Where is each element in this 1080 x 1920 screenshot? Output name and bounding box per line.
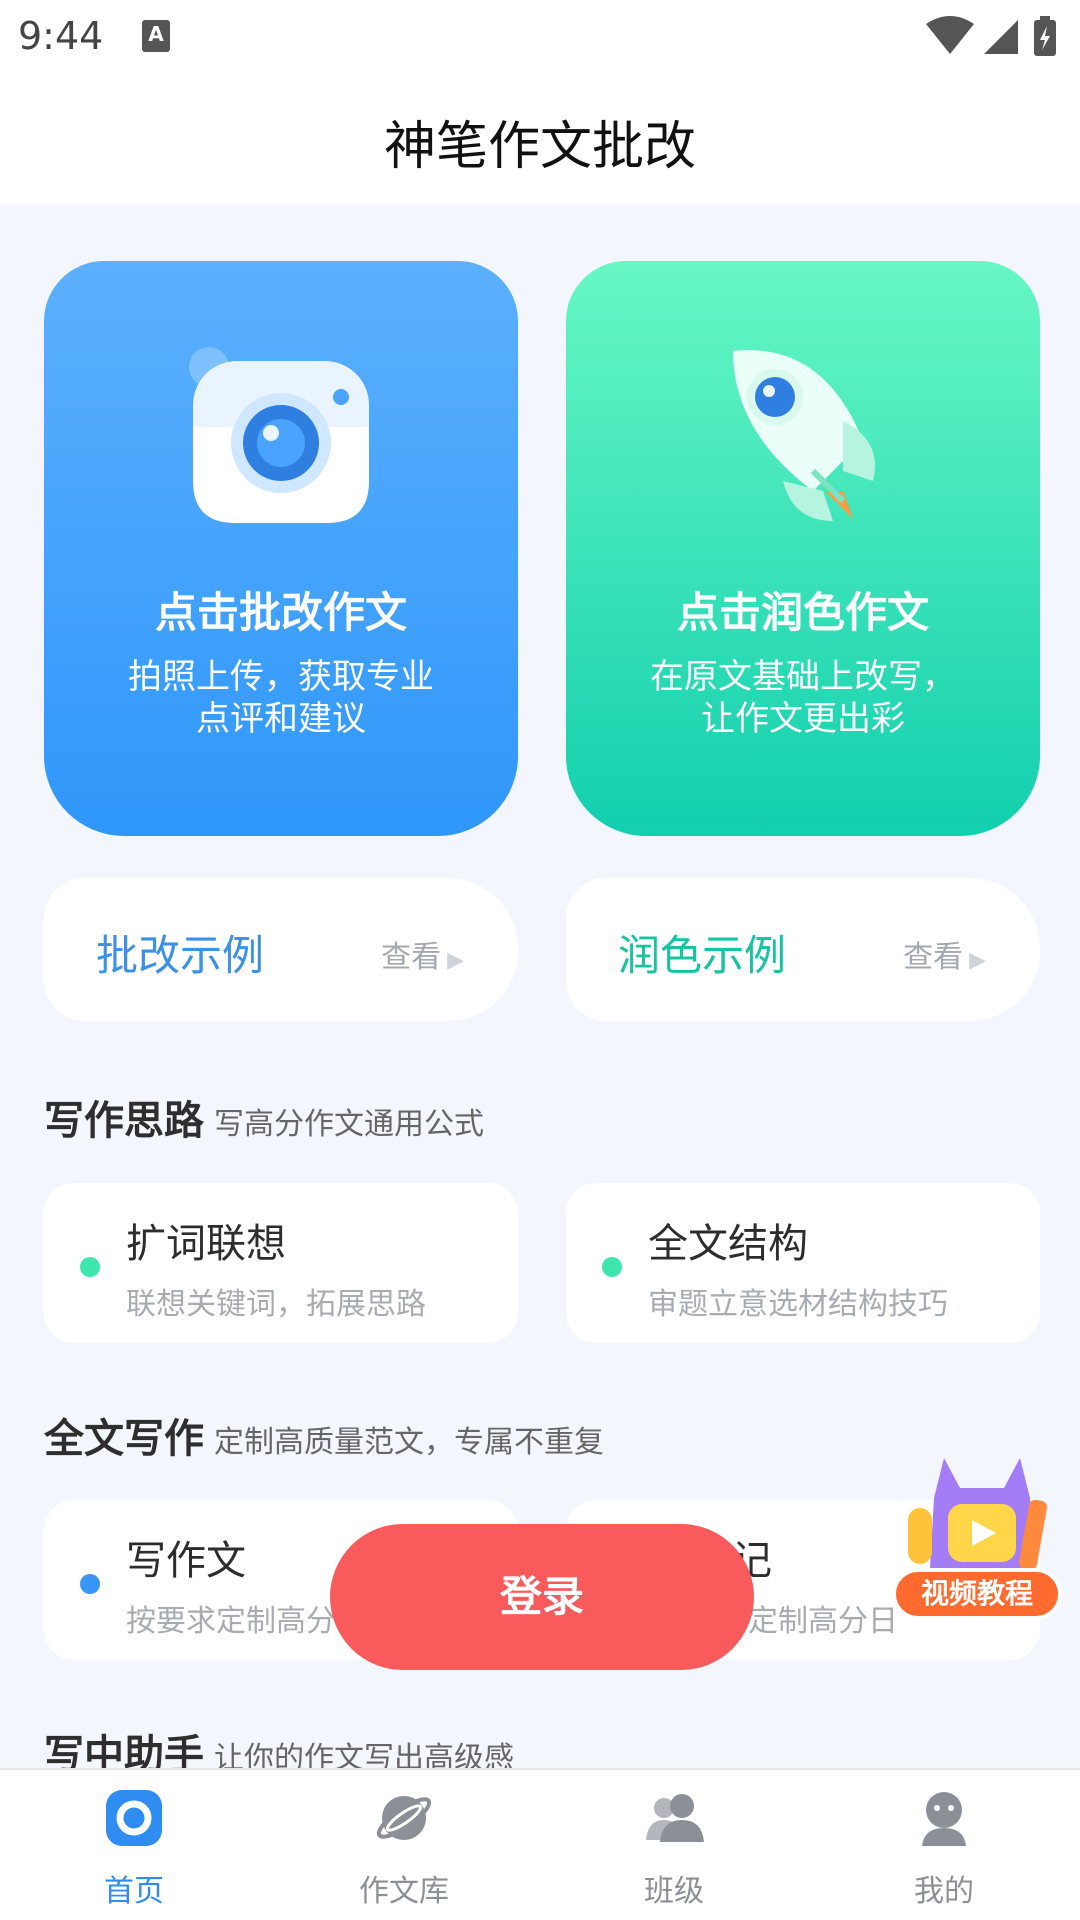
ideas-section-header: 写作思路 写高分作文通用公式 bbox=[44, 1088, 484, 1146]
view-label: 查看 bbox=[381, 940, 442, 975]
planet-icon bbox=[376, 1796, 432, 1840]
polish-subtitle-line2: 让作文更出彩 bbox=[701, 699, 905, 739]
correct-example-label: 批改示例 bbox=[96, 931, 265, 980]
item-desc: 审题立意选材结构技巧 bbox=[648, 1287, 948, 1322]
play-arrow-icon: ▶ bbox=[969, 948, 986, 973]
item-desc: 按要求定制高分 bbox=[126, 1604, 336, 1639]
correct-card-subtitle: 拍照上传，获取专业 点评和建议 bbox=[84, 656, 478, 740]
full-writing-heading: 全文写作 bbox=[44, 1416, 204, 1462]
page-title: 神笔作文批改 bbox=[383, 117, 696, 177]
signal-icon bbox=[984, 20, 1018, 54]
nav-class[interactable]: 班级 bbox=[574, 1786, 774, 1910]
polish-card-title: 点击润色作文 bbox=[676, 588, 929, 637]
play-arrow-icon: ▶ bbox=[447, 948, 464, 973]
class-icon bbox=[646, 1794, 704, 1842]
correct-subtitle-line1: 拍照上传，获取专业 bbox=[128, 657, 434, 697]
nav-profile[interactable]: 我的 bbox=[844, 1786, 1044, 1910]
bottom-nav: 首页 作文库 班级 我的 bbox=[0, 1768, 1080, 1920]
bullet-dot bbox=[602, 1257, 622, 1277]
item-desc: 定制高分日 bbox=[748, 1604, 898, 1639]
correct-card-title: 点击批改作文 bbox=[154, 588, 407, 637]
camera-icon bbox=[189, 347, 369, 523]
correct-subtitle-line2: 点评和建议 bbox=[196, 699, 366, 739]
view-label: 查看 bbox=[903, 940, 964, 975]
polish-example-card[interactable]: 润色示例 查看 ▶ bbox=[566, 878, 1040, 1021]
ideas-heading: 写作思路 bbox=[44, 1098, 204, 1144]
full-writing-section-header: 全文写作 定制高质量范文，专属不重复 bbox=[44, 1406, 604, 1464]
nav-label: 班级 bbox=[644, 1874, 704, 1909]
video-tutorial-badge[interactable]: 视频教程 bbox=[884, 1448, 1070, 1624]
video-mascot-icon bbox=[908, 1458, 1047, 1571]
polish-subtitle-line1: 在原文基础上改写， bbox=[650, 657, 956, 697]
login-button[interactable]: 登录 bbox=[330, 1524, 754, 1670]
ideas-subheading: 写高分作文通用公式 bbox=[214, 1107, 484, 1142]
bullet-dot bbox=[80, 1574, 100, 1594]
status-icons bbox=[922, 14, 1062, 62]
home-icon bbox=[106, 1790, 162, 1846]
correct-example-view-link[interactable]: 查看 ▶ bbox=[381, 932, 464, 976]
essay-structure-card[interactable]: 全文结构 审题立意选材结构技巧 bbox=[566, 1183, 1040, 1343]
status-time: 9:44 bbox=[18, 14, 104, 58]
item-desc: 联想关键词，拓展思路 bbox=[126, 1287, 426, 1322]
polish-example-label: 润色示例 bbox=[618, 931, 787, 980]
word-association-card[interactable]: 扩词联想 联想关键词，拓展思路 bbox=[44, 1183, 518, 1343]
polish-example-view-link[interactable]: 查看 ▶ bbox=[903, 932, 986, 976]
video-tutorial-label: 视频教程 bbox=[892, 1568, 1062, 1620]
correct-essay-card[interactable]: 点击批改作文 拍照上传，获取专业 点评和建议 bbox=[44, 261, 518, 836]
bullet-dot bbox=[80, 1257, 100, 1277]
battery-icon bbox=[1034, 16, 1056, 56]
item-title: 写作文 bbox=[126, 1538, 246, 1584]
nav-essay-library[interactable]: 作文库 bbox=[304, 1786, 504, 1910]
nav-home[interactable]: 首页 bbox=[34, 1786, 234, 1910]
nav-label: 首页 bbox=[104, 1874, 164, 1909]
polish-essay-card[interactable]: 点击润色作文 在原文基础上改写， 让作文更出彩 bbox=[566, 261, 1040, 836]
item-title: 扩词联想 bbox=[126, 1221, 286, 1267]
profile-icon bbox=[922, 1792, 966, 1846]
rocket-icon bbox=[733, 350, 875, 521]
nav-label: 我的 bbox=[914, 1874, 974, 1909]
full-writing-subheading: 定制高质量范文，专属不重复 bbox=[214, 1425, 604, 1460]
correct-example-card[interactable]: 批改示例 查看 ▶ bbox=[44, 878, 518, 1021]
app-header: 神笔作文批改 bbox=[0, 72, 1080, 204]
status-bar: 9:44 A bbox=[0, 0, 1080, 72]
item-title: 全文结构 bbox=[648, 1221, 808, 1267]
wifi-icon bbox=[926, 16, 974, 54]
notification-a-icon: A bbox=[142, 20, 170, 52]
nav-label: 作文库 bbox=[359, 1874, 449, 1909]
polish-card-subtitle: 在原文基础上改写， 让作文更出彩 bbox=[606, 656, 1000, 740]
